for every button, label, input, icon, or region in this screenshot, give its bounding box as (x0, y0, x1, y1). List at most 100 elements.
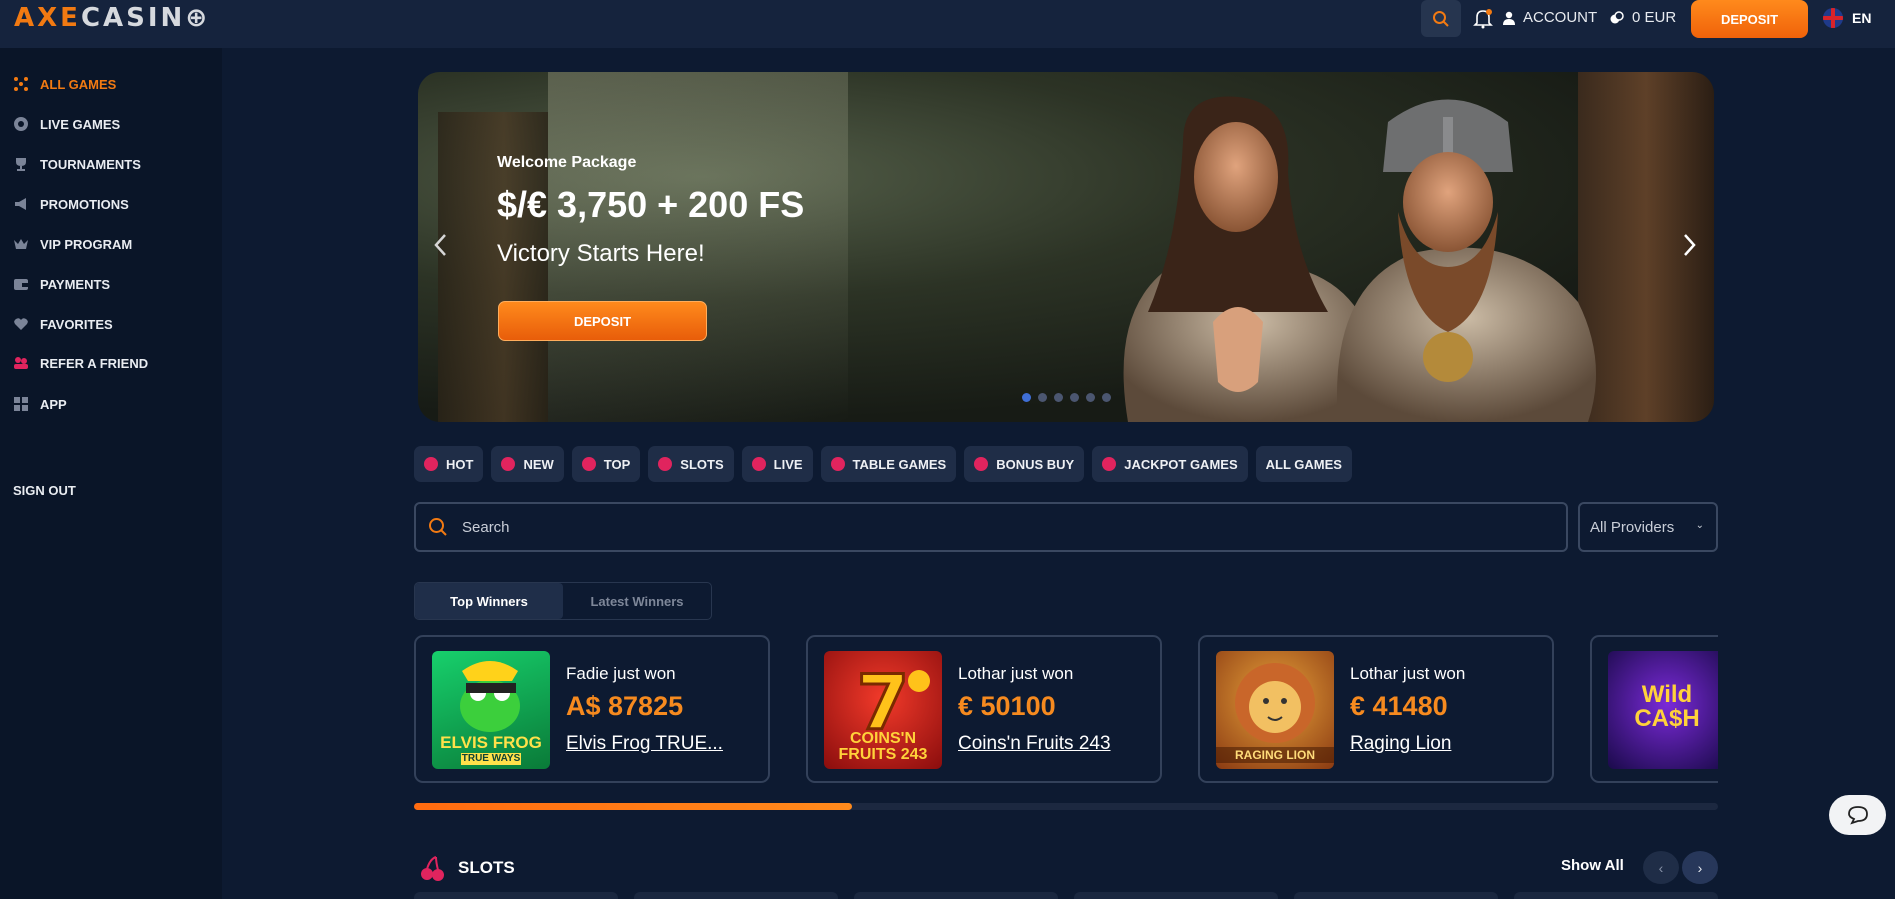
sidebar-item-favorites[interactable]: FAVORITES (12, 314, 113, 334)
sidebar-item-all-games[interactable]: ALL GAMES (12, 74, 116, 94)
sidebar-item-promotions[interactable]: PROMOTIONS (12, 194, 129, 214)
seven-icon (1102, 457, 1117, 471)
trophy-icon (12, 155, 30, 173)
chevron-left-icon (434, 234, 446, 256)
live-icon (751, 457, 766, 471)
dice-icon (830, 457, 845, 471)
winner-card[interactable]: ELVIS FROG TRUE WAYS Fadie just won A$ 8… (414, 635, 770, 783)
sidebar-item-refer-a-friend[interactable]: REFER A FRIEND (12, 353, 148, 373)
apps-icon (12, 395, 30, 413)
slot-tile[interactable] (854, 892, 1058, 899)
balance-display[interactable]: 0 EUR (1610, 9, 1676, 26)
banner-next-arrow[interactable] (1682, 232, 1698, 266)
sign-out-link[interactable]: SIGN OUT (13, 483, 76, 498)
sidebar-item-live-games[interactable]: LIVE GAMES (12, 114, 120, 134)
fire-icon (424, 457, 438, 471)
sidebar: ALL GAMES LIVE GAMES TOURNAMENTS PROMOTI… (0, 48, 222, 899)
category-table-games[interactable]: TABLE GAMES (820, 446, 957, 482)
sidebar-item-payments[interactable]: PAYMENTS (12, 274, 110, 294)
top-icon (581, 457, 596, 471)
coins-icon (1610, 10, 1624, 23)
header-search-button[interactable] (1421, 0, 1461, 37)
category-top[interactable]: TOP (571, 446, 641, 482)
dice-icon (12, 75, 30, 93)
slot-tile[interactable] (1514, 892, 1718, 899)
slots-prev-button[interactable]: ‹ (1643, 851, 1679, 884)
banner-dot[interactable] (1054, 393, 1063, 402)
search-icon (1433, 10, 1449, 27)
chevron-right-icon: › (1697, 859, 1703, 876)
search-input[interactable] (462, 518, 1462, 536)
category-hot[interactable]: HOT (414, 446, 484, 482)
chat-bubble-icon (1847, 806, 1868, 825)
logo-o-symbol: ⊕ (185, 3, 211, 33)
winner-card[interactable]: 7 COINS'N FRUITS 243 Lothar just won € 5… (806, 635, 1162, 783)
banner-dot[interactable] (1070, 393, 1079, 402)
banner-dot[interactable] (1038, 393, 1047, 402)
logo[interactable]: AXECASIN⊕ (14, 4, 210, 32)
winners-carousel: ELVIS FROG TRUE WAYS Fadie just won A$ 8… (414, 630, 1718, 790)
winner-card[interactable]: Wild CA$H (1590, 635, 1718, 783)
winner-game-link[interactable]: Elvis Frog TRUE... (566, 733, 723, 755)
slots-section-header: SLOTS (418, 854, 515, 882)
winner-card[interactable]: RAGING LION Lothar just won € 41480 Ragi… (1198, 635, 1554, 783)
banner-warriors-illustration (1123, 96, 1596, 422)
new-icon (501, 457, 516, 471)
progress-fill (414, 803, 853, 810)
providers-select[interactable]: All Providers ⌄ (1578, 502, 1718, 552)
banner-dot[interactable] (1102, 393, 1111, 402)
banner-dot[interactable] (1086, 393, 1095, 402)
slot-tile[interactable] (1074, 892, 1278, 899)
live-icon (12, 115, 30, 133)
chevron-right-icon (1684, 234, 1696, 256)
slots-next-button[interactable]: › (1682, 851, 1718, 884)
crown-icon (12, 235, 30, 253)
sidebar-item-vip-program[interactable]: VIP PROGRAM (12, 234, 132, 254)
sidebar-item-tournaments[interactable]: TOURNAMENTS (12, 154, 141, 174)
wallet-icon (12, 275, 30, 293)
search-icon (429, 518, 447, 536)
slot-tile[interactable] (414, 892, 618, 899)
cherry-icon (421, 856, 444, 881)
slot-tile[interactable] (1294, 892, 1498, 899)
chat-button[interactable] (1829, 795, 1886, 835)
banner-pagination (1022, 393, 1111, 402)
game-thumbnail: 7 COINS'N FRUITS 243 (824, 651, 942, 769)
category-bonus-buy[interactable]: BONUS BUY (964, 446, 1085, 482)
winners-scroll-progress[interactable] (414, 803, 1718, 810)
game-thumbnail: ELVIS FROG TRUE WAYS (432, 651, 550, 769)
tab-top-winners[interactable]: Top Winners (415, 583, 563, 619)
hero-banner: Welcome Package $/€ 3,750 + 200 FS Victo… (418, 72, 1714, 422)
category-slots[interactable]: SLOTS (648, 446, 734, 482)
tab-latest-winners[interactable]: Latest Winners (563, 583, 711, 619)
game-search-box (414, 502, 1568, 552)
banner-deposit-button[interactable]: DEPOSIT (498, 301, 707, 341)
category-live[interactable]: LIVE (741, 446, 813, 482)
category-jackpot-games[interactable]: JACKPOT GAMES (1092, 446, 1248, 482)
sidebar-item-app[interactable]: APP (12, 394, 67, 414)
winner-tabs: Top Winners Latest Winners (414, 582, 712, 620)
banner-dot[interactable] (1022, 393, 1031, 402)
heart-icon (12, 315, 30, 333)
slot-tile[interactable] (634, 892, 838, 899)
header-deposit-button[interactable]: DEPOSIT (1691, 0, 1808, 38)
banner-subtitle: Welcome Package (497, 154, 637, 171)
category-all-games[interactable]: ALL GAMES (1255, 446, 1352, 482)
top-header: AXECASIN⊕ ACCOUNT 0 EUR DEPOSIT EN (0, 0, 1895, 48)
friends-icon (12, 354, 30, 372)
winner-game-link[interactable]: Coins'n Fruits 243 (958, 733, 1111, 755)
category-new[interactable]: NEW (491, 446, 564, 482)
bell-icon (1473, 9, 1493, 29)
banner-prev-arrow[interactable] (432, 232, 448, 266)
banner-tagline: Victory Starts Here! (497, 240, 705, 267)
category-bar: HOT NEW TOP SLOTS LIVE TABLE GAMES BONUS… (414, 446, 1352, 482)
chevron-left-icon: ‹ (1658, 859, 1664, 876)
banner-title: $/€ 3,750 + 200 FS (497, 184, 805, 225)
winner-game-link[interactable]: Raging Lion (1350, 733, 1451, 755)
show-all-link[interactable]: Show All (1561, 857, 1624, 874)
language-selector[interactable]: EN (1823, 8, 1871, 28)
notifications-button[interactable] (1472, 7, 1494, 29)
megaphone-icon (12, 195, 30, 213)
account-button[interactable]: ACCOUNT (1503, 9, 1597, 26)
chevron-down-icon: ⌄ (1695, 520, 1704, 531)
